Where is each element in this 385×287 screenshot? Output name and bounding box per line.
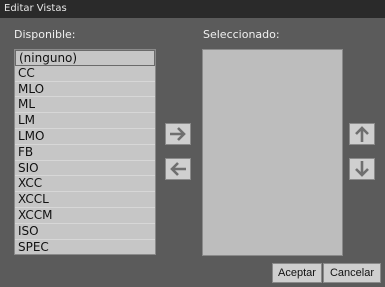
move-up-button[interactable] (349, 123, 375, 145)
list-item[interactable]: LMO (15, 128, 155, 145)
list-item[interactable]: ISO (15, 223, 155, 240)
remove-from-selected-button[interactable] (165, 158, 191, 180)
list-item[interactable]: CC (15, 65, 155, 82)
arrow-down-icon (355, 161, 369, 177)
cancel-button[interactable]: Cancelar (323, 263, 381, 283)
list-item[interactable]: ML (15, 97, 155, 114)
arrow-left-icon (170, 162, 186, 176)
move-down-button[interactable] (349, 158, 375, 180)
edit-views-dialog: Editar Vistas Disponible: Seleccionado: … (0, 0, 385, 287)
list-item[interactable]: XCCM (15, 207, 155, 224)
list-item[interactable]: FB (15, 144, 155, 161)
selected-list[interactable] (202, 49, 343, 256)
window-title: Editar Vistas (0, 0, 385, 18)
selected-label: Seleccionado: (203, 28, 280, 41)
available-list[interactable]: (ninguno) CC MLO ML LM LMO FB SIO XCC XC… (14, 49, 156, 255)
list-item[interactable]: LM (15, 113, 155, 129)
list-item[interactable]: MLO (15, 81, 155, 98)
list-item[interactable]: XCC (15, 176, 155, 193)
ok-button[interactable]: Aceptar (272, 263, 322, 283)
list-item[interactable]: (ninguno) (15, 50, 155, 66)
arrow-right-icon (170, 127, 186, 141)
list-item[interactable]: SIO (15, 160, 155, 177)
list-item[interactable]: XCCL (15, 192, 155, 208)
available-label: Disponible: (14, 28, 76, 41)
list-item[interactable]: SPEC (15, 239, 155, 254)
add-to-selected-button[interactable] (165, 123, 191, 145)
arrow-up-icon (355, 126, 369, 142)
